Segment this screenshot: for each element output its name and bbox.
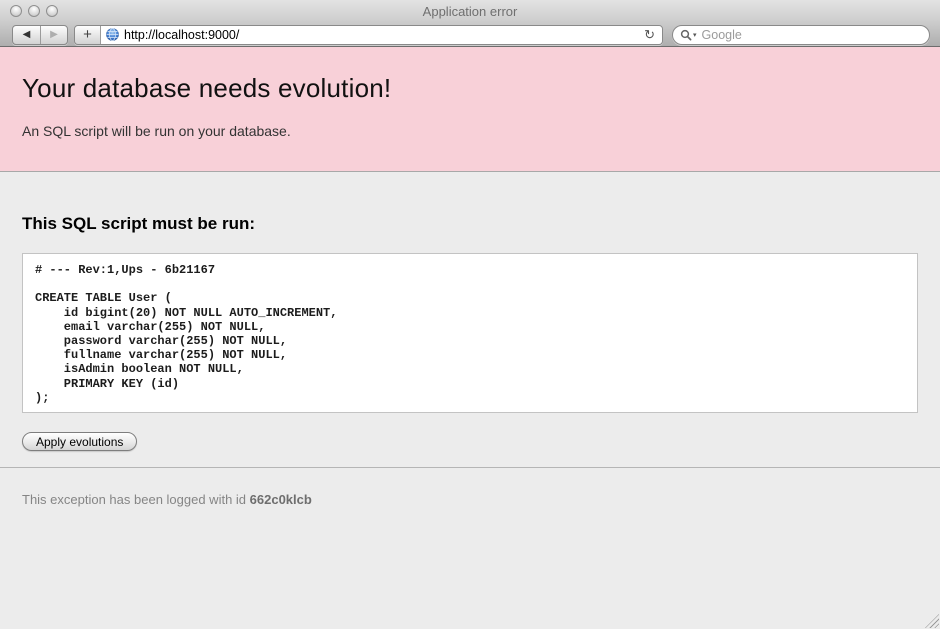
evolution-banner: Your database needs evolution! An SQL sc… [0,47,940,172]
exception-log-text: This exception has been logged with id [22,492,250,507]
sql-script-box: # --- Rev:1,Ups - 6b21167 CREATE TABLE U… [22,253,918,413]
browser-window: Application error ◀ ▶ + [0,0,940,629]
address-bar: ↻ [101,26,662,44]
search-field[interactable]: ▾ [672,25,930,45]
browser-chrome: Application error ◀ ▶ + [0,0,940,47]
window-title: Application error [0,4,940,19]
script-heading: This SQL script must be run: [22,214,918,234]
footer-divider [0,467,940,468]
reload-icon[interactable]: ↻ [641,26,658,44]
page-title: Your database needs evolution! [22,73,918,104]
forward-button[interactable]: ▶ [40,26,67,44]
browser-toolbar: ◀ ▶ + [0,22,940,47]
back-icon: ◀ [23,29,31,40]
new-tab-button[interactable]: + [75,26,101,44]
search-input[interactable] [702,28,921,42]
plus-icon: + [83,26,92,43]
page-subtitle: An SQL script will be run on your databa… [22,123,918,139]
nav-button-group: ◀ ▶ [12,25,68,45]
main-content: This SQL script must be run: # --- Rev:1… [0,214,940,507]
back-button[interactable]: ◀ [13,26,40,44]
exception-id: 662c0klcb [250,492,312,507]
apply-evolutions-button[interactable]: Apply evolutions [22,432,137,451]
globe-icon [106,28,119,41]
address-bar-group: + [74,25,663,45]
url-input[interactable] [124,28,641,42]
exception-log-line: This exception has been logged with id 6… [22,492,918,507]
chevron-down-icon: ▾ [693,31,697,39]
forward-icon: ▶ [50,29,58,40]
search-icon [680,29,692,41]
title-bar[interactable]: Application error [0,0,940,22]
window-resize-grip[interactable] [925,614,939,628]
